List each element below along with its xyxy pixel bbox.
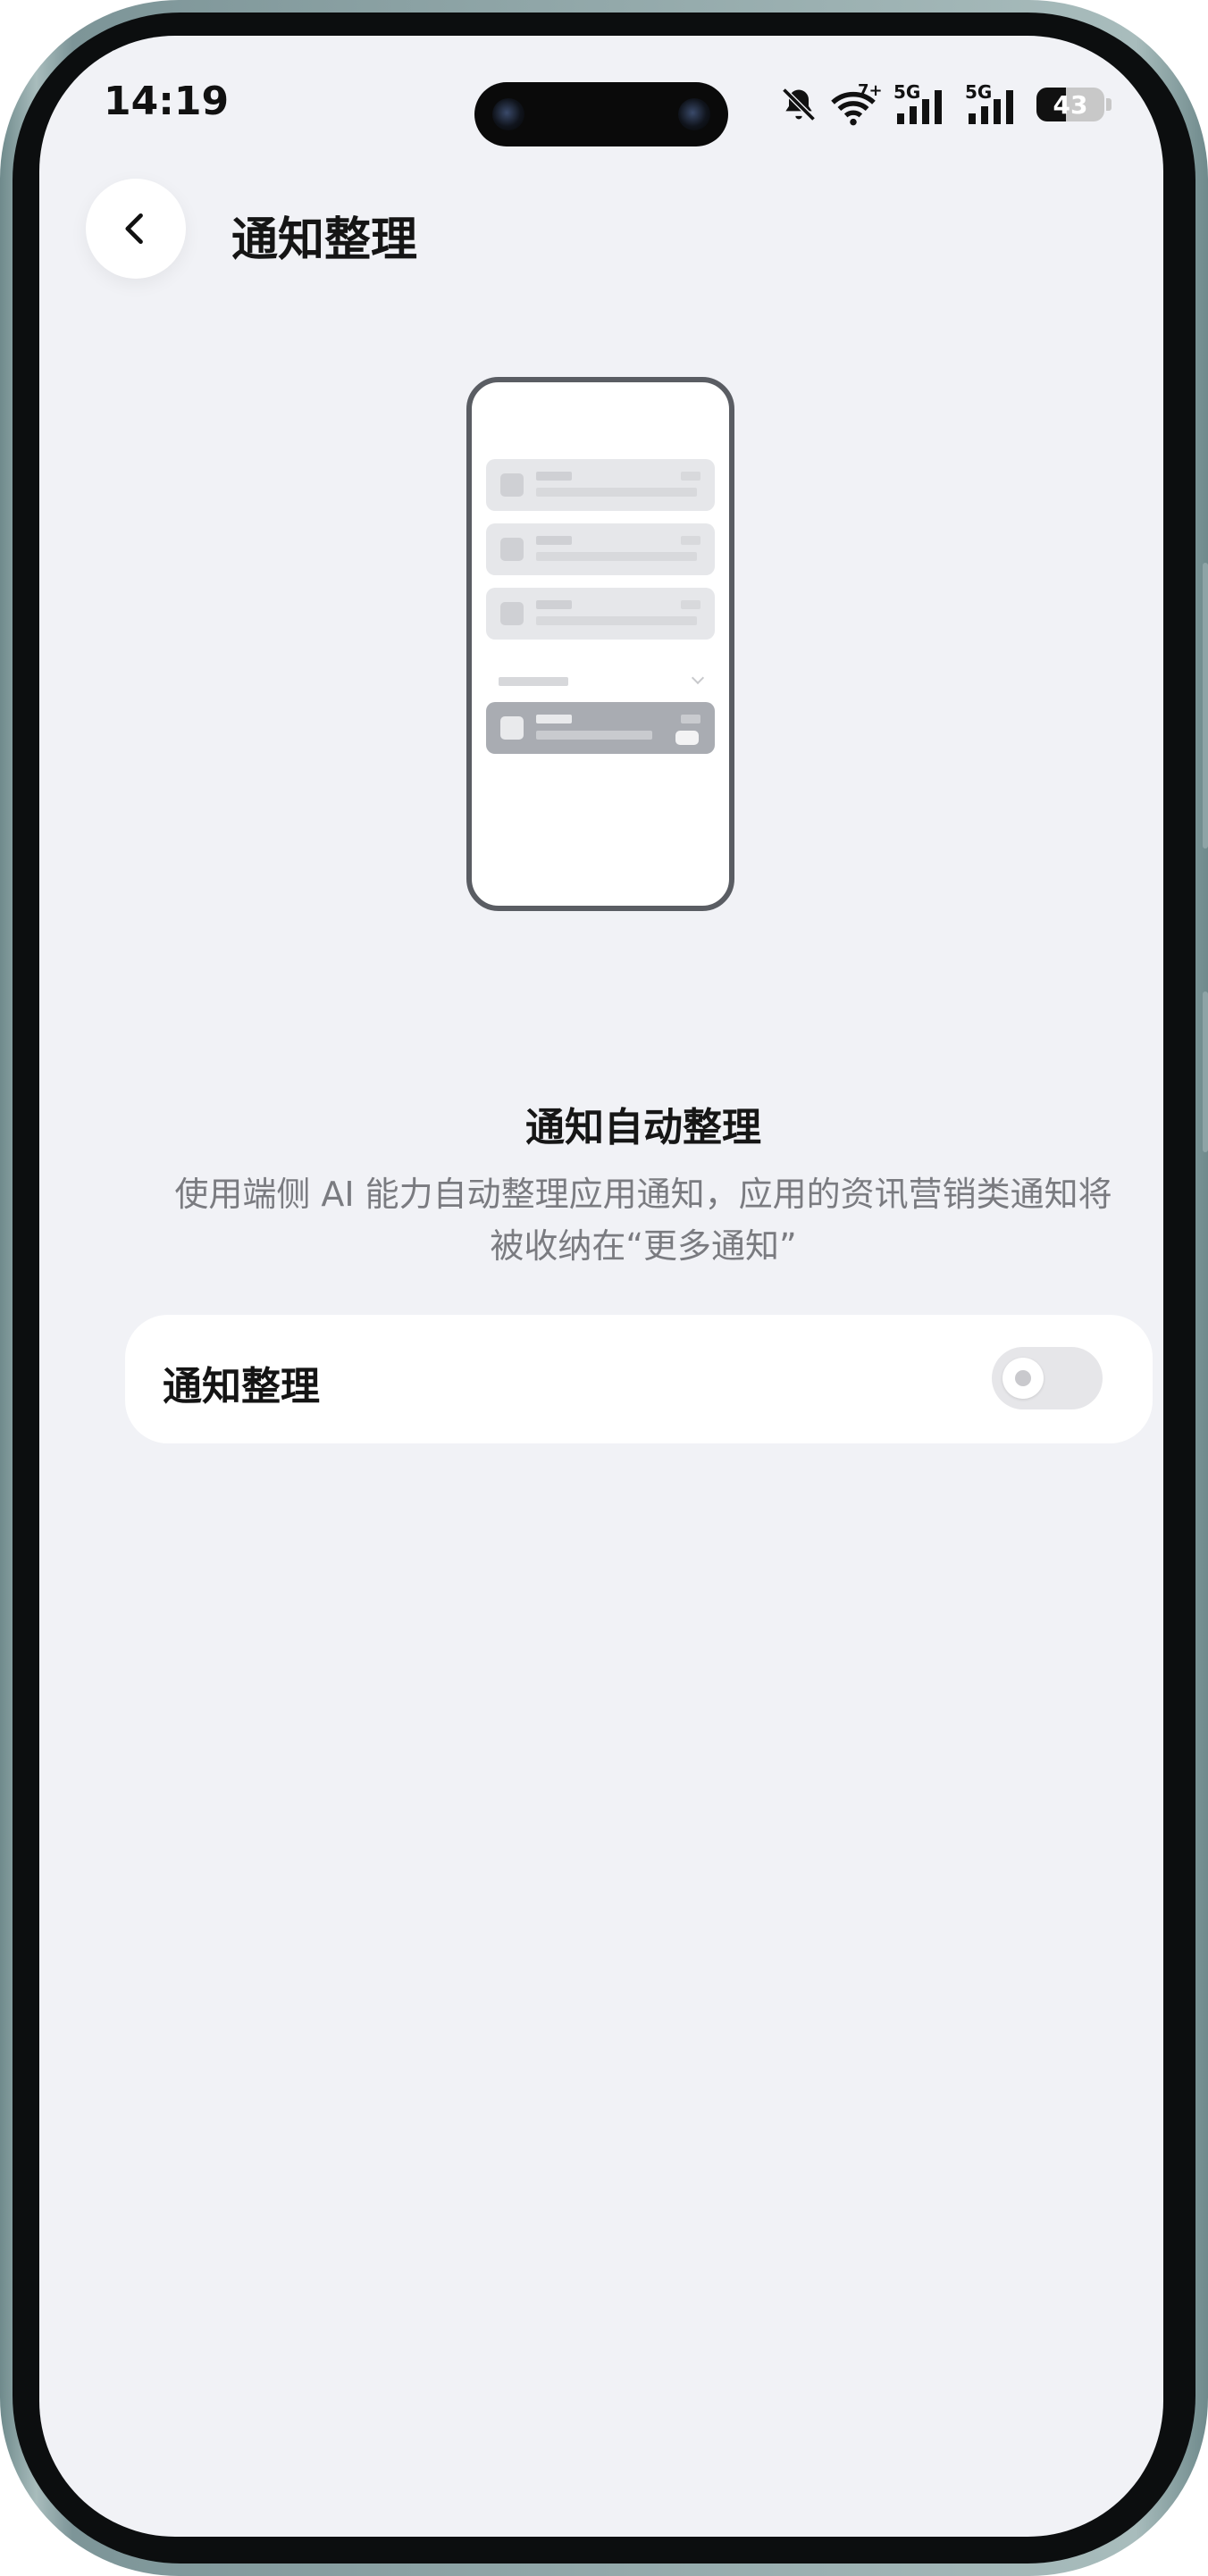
illustration-collected-notification: [486, 702, 715, 754]
front-camera-icon: [492, 98, 524, 130]
wifi-indicator: 7+: [831, 81, 883, 126]
signal-icon: [969, 90, 1013, 124]
illustration-notification: [486, 523, 715, 575]
battery-text: 43: [1053, 89, 1088, 120]
screen: 14:19 7+ 5G 5G 43 通知整理 通知自动整理 使用端侧 AI 能力…: [39, 36, 1163, 2537]
side-button-volume: [1203, 563, 1208, 849]
chevron-down-icon: [691, 671, 705, 685]
bell-muted-icon: [782, 88, 816, 121]
illustration-notification: [486, 459, 715, 511]
side-button-power: [1203, 991, 1208, 1152]
back-button[interactable]: [86, 179, 186, 279]
setting-label: 通知整理: [163, 1364, 320, 1409]
feature-title: 通知自动整理: [525, 1105, 761, 1150]
signal-sim1: 5G: [893, 81, 952, 124]
notification-organize-toggle[interactable]: [992, 1347, 1103, 1409]
illustration-notification: [486, 588, 715, 640]
battery-icon: 43: [1036, 88, 1104, 121]
status-time: 14:19: [104, 79, 230, 124]
notification-illustration: [466, 377, 734, 911]
page-title: 通知整理: [231, 213, 418, 267]
notification-organize-setting[interactable]: 通知整理: [125, 1315, 1153, 1443]
sensor-icon: [678, 98, 710, 130]
chevron-left-icon: [125, 213, 143, 245]
feature-description: 使用端侧 AI 能力自动整理应用通知，应用的资讯营销类通知将被收纳在“更多通知”: [174, 1175, 1112, 1266]
dynamic-island: [474, 82, 728, 146]
status-icons: 7+ 5G 5G 43: [779, 81, 1112, 127]
network-type-label: 7+: [858, 81, 883, 100]
signal-icon: [897, 90, 942, 124]
illustration-group-header: [499, 677, 568, 686]
signal-sim2: 5G: [965, 81, 1024, 124]
battery-tip: [1106, 98, 1112, 111]
toggle-knob: [1002, 1358, 1044, 1399]
